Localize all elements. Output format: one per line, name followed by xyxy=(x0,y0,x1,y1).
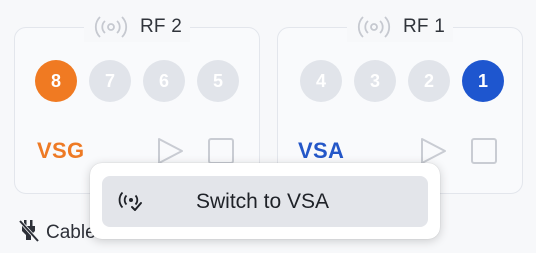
antenna-signal-icon xyxy=(355,15,393,39)
rf1-port-list: 4 3 2 1 xyxy=(300,60,504,102)
rf1-title: RF 1 xyxy=(403,16,445,37)
rf2-title: RF 2 xyxy=(140,16,182,37)
stop-icon[interactable] xyxy=(208,138,234,164)
rf-port-panel: RF 2 8 7 6 5 VSG RF 1 4 3 2 1 VSA Cable … xyxy=(0,0,536,253)
port-5-button[interactable]: 5 xyxy=(197,60,239,102)
switch-to-vsa-label: Switch to VSA xyxy=(196,189,330,213)
stop-icon[interactable] xyxy=(471,138,497,164)
port-3-button[interactable]: 3 xyxy=(354,60,396,102)
port-7-button[interactable]: 7 xyxy=(89,60,131,102)
cable-off-icon xyxy=(18,218,40,247)
port-4-button[interactable]: 4 xyxy=(300,60,342,102)
port-8-button[interactable]: 8 xyxy=(35,60,77,102)
switch-signal-icon xyxy=(118,191,148,212)
antenna-signal-icon xyxy=(92,15,130,39)
port-1-button[interactable]: 1 xyxy=(462,60,504,102)
context-menu: Switch to VSA xyxy=(90,163,440,239)
rf1-mode-label[interactable]: VSA xyxy=(298,138,344,164)
port-2-button[interactable]: 2 xyxy=(408,60,450,102)
switch-to-vsa-menu-item[interactable]: Switch to VSA xyxy=(102,176,428,227)
port-6-button[interactable]: 6 xyxy=(143,60,185,102)
rf2-port-list: 8 7 6 5 xyxy=(35,60,239,102)
rf2-mode-label[interactable]: VSG xyxy=(37,138,84,164)
